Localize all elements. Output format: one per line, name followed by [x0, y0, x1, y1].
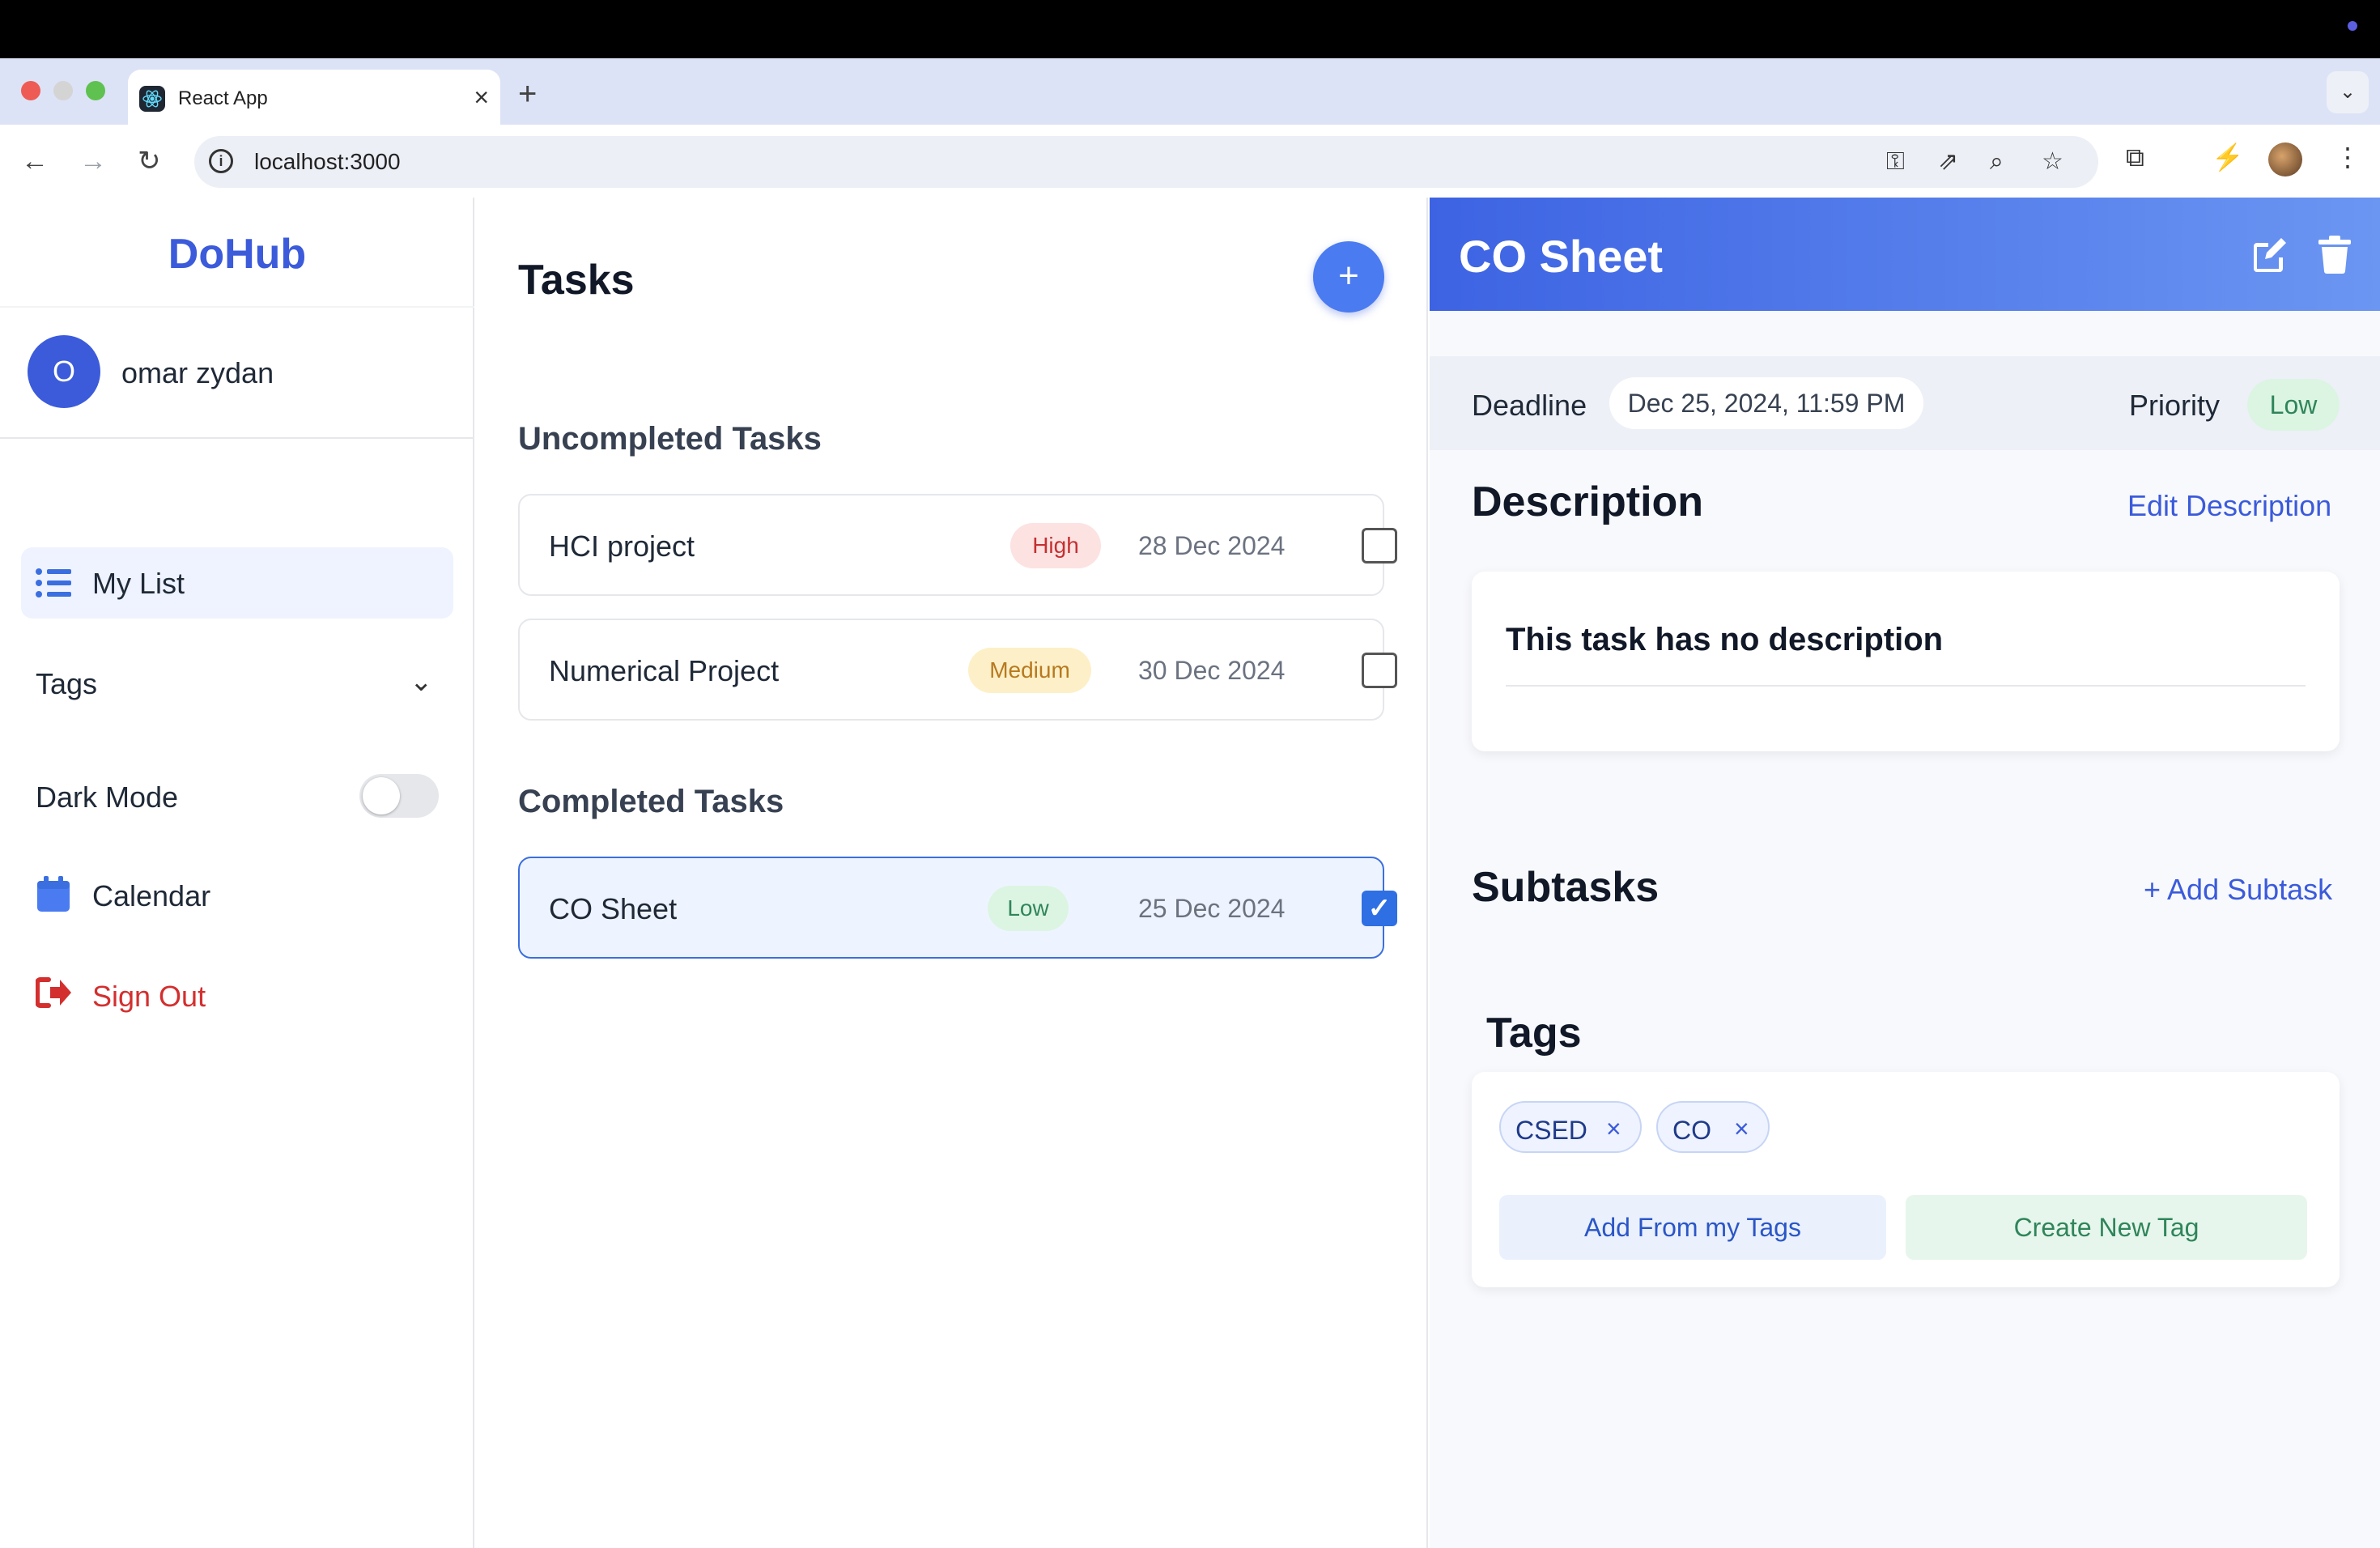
back-arrow-icon[interactable]: ← — [21, 142, 49, 180]
tag-chip: CO × — [1656, 1101, 1770, 1153]
edit-description-link[interactable]: Edit Description — [2127, 489, 2331, 523]
brand-logo: DoHub — [168, 231, 307, 278]
task-date: 28 Dec 2024 — [1138, 531, 1286, 560]
sidebar-item-sign-out[interactable]: Sign Out — [35, 975, 206, 1014]
performance-icon[interactable]: ⚡ — [2212, 141, 2244, 173]
task-card[interactable]: Numerical Project Medium 30 Dec 2024 — [518, 619, 1397, 721]
task-meta-bar: Deadline Dec 25, 2024, 11:59 PM Priority… — [1430, 356, 2380, 450]
create-new-tag-button[interactable]: Create New Tag — [1906, 1195, 2307, 1260]
address-bar[interactable]: i localhost:3000 ⚿ ⇗ ⌕ ☆ — [194, 136, 2098, 188]
url-text[interactable]: localhost:3000 — [254, 149, 401, 175]
minimize-window-button[interactable] — [53, 81, 73, 100]
maximize-window-button[interactable] — [86, 81, 105, 100]
deadline-label: Deadline — [1472, 389, 1587, 422]
sidebar-item-calendar[interactable]: Calendar — [36, 876, 210, 917]
toggle-knob — [363, 777, 400, 814]
description-title: Description — [1472, 478, 1704, 525]
priority-label: Priority — [2129, 389, 2221, 422]
add-task-button[interactable]: + — [1313, 241, 1384, 313]
sidebar-item-tags[interactable]: Tags — [36, 667, 97, 701]
task-checkbox-checked[interactable]: ✓ — [1362, 891, 1397, 926]
divider — [1506, 685, 2306, 687]
uncompleted-section-title: Uncompleted Tasks — [518, 421, 822, 457]
priority-badge[interactable]: Low — [2247, 379, 2340, 431]
deadline-value[interactable]: Dec 25, 2024, 11:59 PM — [1609, 377, 1923, 429]
remove-tag-icon[interactable]: × — [1734, 1114, 1749, 1144]
tags-title: Tags — [1486, 1010, 1582, 1057]
task-name: HCI project — [549, 529, 695, 563]
close-window-button[interactable] — [21, 81, 40, 100]
user-avatar: O — [28, 335, 100, 408]
priority-badge: High — [1010, 523, 1101, 568]
detail-title: CO Sheet — [1459, 231, 1664, 282]
close-tab-icon[interactable]: × — [474, 81, 489, 113]
browser-tab[interactable]: React App × — [128, 70, 500, 125]
bookmark-star-icon[interactable]: ☆ — [2042, 147, 2063, 176]
description-text: This task has no description — [1506, 622, 1944, 657]
task-date: 30 Dec 2024 — [1138, 656, 1286, 685]
extensions-puzzle-icon[interactable]: ⧉ — [2126, 141, 2144, 173]
sidebar-item-label: Calendar — [92, 879, 211, 912]
subtasks-title: Subtasks — [1472, 864, 1660, 911]
dark-mode-label: Dark Mode — [36, 780, 179, 814]
open-external-icon[interactable]: ⇗ — [1938, 147, 1958, 176]
description-card: This task has no description — [1472, 572, 2340, 751]
detail-header: CO Sheet — [1430, 198, 2380, 311]
sidebar-item-label: Sign Out — [92, 980, 206, 1013]
priority-badge: Low — [988, 886, 1069, 931]
priority-badge: Medium — [968, 648, 1091, 693]
task-checkbox[interactable] — [1362, 653, 1397, 688]
sidebar-item-my-list[interactable]: My List — [21, 547, 453, 619]
forward-arrow-icon[interactable]: → — [79, 142, 107, 180]
calendar-icon — [37, 876, 70, 912]
task-checkbox[interactable] — [1362, 528, 1397, 563]
dark-mode-toggle[interactable] — [359, 774, 439, 818]
edit-icon[interactable] — [2249, 235, 2288, 274]
page-title: Tasks — [518, 257, 635, 304]
react-icon — [139, 86, 165, 112]
add-subtask-link[interactable]: + Add Subtask — [2144, 873, 2332, 907]
task-card[interactable]: HCI project High 28 Dec 2024 — [518, 494, 1397, 596]
add-from-my-tags-button[interactable]: Add From my Tags — [1499, 1195, 1886, 1260]
browser-menu-icon[interactable]: ⋮ — [2335, 141, 2361, 173]
status-dot — [2348, 21, 2357, 31]
password-key-icon[interactable]: ⚿ — [1886, 147, 1905, 176]
site-info-icon[interactable]: i — [209, 149, 233, 173]
reload-icon[interactable]: ↻ — [138, 142, 161, 180]
tags-card: CSED × CO × Add From my Tags Create New … — [1472, 1072, 2340, 1287]
tab-title: React App — [178, 87, 268, 109]
task-card[interactable]: CO Sheet Low 25 Dec 2024 ✓ — [518, 857, 1397, 959]
trash-icon[interactable] — [2315, 235, 2354, 274]
divider — [0, 306, 474, 308]
tasks-panel: Tasks + Uncompleted Tasks HCI project Hi… — [476, 198, 1428, 1548]
sidebar: DoHub O omar zydan My List Tags ⌄ Dark M… — [0, 198, 474, 1548]
task-detail-panel: CO Sheet Deadline Dec 25, 2024, 11:59 PM… — [1430, 198, 2380, 1548]
task-name: Numerical Project — [549, 654, 780, 687]
sidebar-item-label: My List — [92, 567, 185, 600]
remove-tag-icon[interactable]: × — [1606, 1114, 1621, 1144]
task-name: CO Sheet — [549, 892, 678, 925]
tag-chip-label: CO — [1672, 1116, 1711, 1145]
browser-window: React App × + ⌄ ← → ↻ i localhost:3000 ⚿… — [0, 58, 2380, 1548]
sign-out-icon — [35, 977, 71, 1008]
profile-avatar-icon[interactable] — [2268, 142, 2302, 176]
tab-strip: React App × + ⌄ — [0, 58, 2380, 125]
completed-section-title: Completed Tasks — [518, 784, 784, 819]
tab-search-chevron-icon[interactable]: ⌄ — [2327, 71, 2369, 113]
tag-chip-label: CSED — [1515, 1116, 1587, 1145]
app-root: DoHub O omar zydan My List Tags ⌄ Dark M… — [0, 198, 2380, 1548]
new-tab-button[interactable]: + — [518, 78, 537, 110]
tag-chip: CSED × — [1499, 1101, 1642, 1153]
task-date: 25 Dec 2024 — [1138, 894, 1286, 923]
browser-toolbar: ← → ↻ i localhost:3000 ⚿ ⇗ ⌕ ☆ ⧉ ⚡ ⋮ — [0, 125, 2380, 198]
list-icon — [36, 568, 71, 598]
divider — [0, 437, 474, 439]
system-top-bar — [0, 0, 2380, 58]
user-name: omar zydan — [121, 356, 274, 389]
zoom-icon[interactable]: ⌕ — [1990, 147, 2004, 176]
chevron-down-icon[interactable]: ⌄ — [410, 666, 433, 698]
